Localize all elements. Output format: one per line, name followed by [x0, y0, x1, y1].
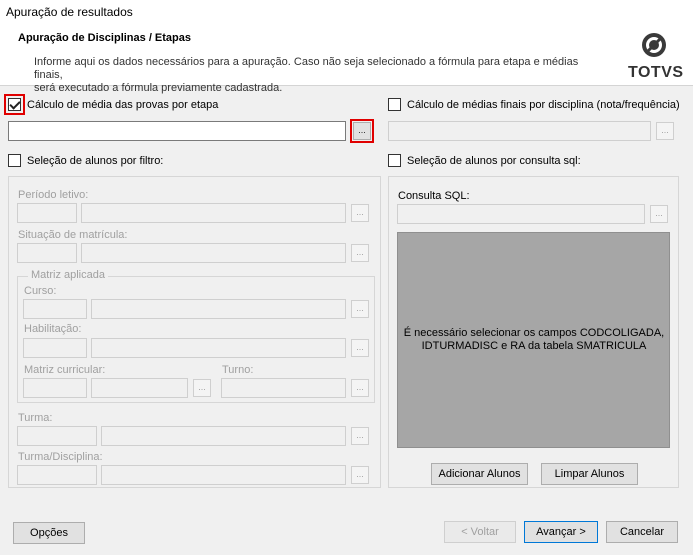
- turma-label: Turma:: [18, 412, 53, 424]
- situacao-label: Situação de matrícula:: [18, 229, 128, 241]
- turma-disciplina-label: Turma/Disciplina:: [18, 451, 103, 463]
- sql-requirement-message: É necessário selecionar os campos CODCOL…: [400, 327, 668, 353]
- calc-stage-lookup-button[interactable]: ...: [353, 122, 371, 140]
- calc-final-lookup-button[interactable]: ...: [656, 122, 674, 140]
- back-button[interactable]: < Voltar: [444, 521, 516, 543]
- curso-code-input[interactable]: [23, 299, 87, 319]
- calc-stage-label: Cálculo de média das provas por etapa: [27, 99, 219, 111]
- curso-desc-input[interactable]: [91, 299, 346, 319]
- periodo-label: Período letivo:: [18, 189, 89, 201]
- calc-final-formula-input[interactable]: [388, 121, 651, 141]
- next-button[interactable]: Avançar >: [524, 521, 598, 543]
- habilitacao-label: Habilitação:: [24, 323, 82, 335]
- habilitacao-desc-input[interactable]: [91, 338, 346, 358]
- turma-lookup-button[interactable]: ...: [351, 427, 369, 445]
- habilitacao-lookup-button[interactable]: ...: [351, 339, 369, 357]
- totvs-logo-text: TOTVS: [628, 64, 684, 81]
- periodo-desc-input[interactable]: [81, 203, 346, 223]
- cancel-button[interactable]: Cancelar: [606, 521, 678, 543]
- situacao-desc-input[interactable]: [81, 243, 346, 263]
- calc-stage-checkbox[interactable]: [8, 98, 21, 111]
- page-title: Apuração de Disciplinas / Etapas: [18, 32, 192, 44]
- clear-students-button[interactable]: Limpar Alunos: [541, 463, 638, 485]
- filter-select-label: Seleção de alunos por filtro:: [27, 155, 164, 167]
- calc-final-checkbox[interactable]: [388, 98, 401, 111]
- sql-select-label: Seleção de alunos por consulta sql:: [407, 155, 581, 167]
- matriz-curricular-lookup-button[interactable]: ...: [193, 379, 211, 397]
- turno-lookup-button[interactable]: ...: [351, 379, 369, 397]
- sql-select-checkbox[interactable]: [388, 154, 401, 167]
- page-description: Informe aqui os dados necessários para a…: [34, 56, 594, 95]
- sql-requirement-line-1: É necessário selecionar os campos CODCOL…: [403, 327, 665, 339]
- matriz-curricular-code-input[interactable]: [23, 378, 87, 398]
- turma-code-input[interactable]: [17, 426, 97, 446]
- turma-disciplina-lookup-button[interactable]: ...: [351, 466, 369, 484]
- sql-requirement-line-2: IDTURMADISC e RA da tabela SMATRICULA: [421, 340, 647, 352]
- matriz-curricular-label: Matriz curricular:: [24, 364, 106, 376]
- description-line-1: Informe aqui os dados necessários para a…: [34, 56, 579, 81]
- curso-label: Curso:: [24, 285, 57, 297]
- periodo-lookup-button[interactable]: ...: [351, 204, 369, 222]
- turma-disciplina-desc-input[interactable]: [101, 465, 346, 485]
- situacao-code-input[interactable]: [17, 243, 77, 263]
- title-bar: Apuração de resultados: [0, 0, 693, 24]
- turma-disciplina-code-input[interactable]: [17, 465, 97, 485]
- totvs-logo-icon: [642, 33, 666, 57]
- calc-final-label: Cálculo de médias finais por disciplina …: [407, 99, 680, 111]
- turno-label: Turno:: [222, 364, 254, 376]
- turno-input[interactable]: [221, 378, 346, 398]
- matriz-curricular-desc-input[interactable]: [91, 378, 188, 398]
- matriz-group-legend: Matriz aplicada: [28, 269, 108, 281]
- sql-lookup-button[interactable]: ...: [650, 205, 668, 223]
- calc-stage-formula-input[interactable]: [8, 121, 346, 141]
- curso-lookup-button[interactable]: ...: [351, 300, 369, 318]
- window-title: Apuração de resultados: [6, 5, 133, 19]
- description-line-2: será executado a fórmula previamente cad…: [34, 82, 283, 94]
- sql-input[interactable]: [397, 204, 645, 224]
- add-students-button[interactable]: Adicionar Alunos: [431, 463, 528, 485]
- options-button[interactable]: Opções: [13, 522, 85, 544]
- habilitacao-code-input[interactable]: [23, 338, 87, 358]
- situacao-lookup-button[interactable]: ...: [351, 244, 369, 262]
- periodo-code-input[interactable]: [17, 203, 77, 223]
- turma-desc-input[interactable]: [101, 426, 346, 446]
- sql-label: Consulta SQL:: [398, 190, 470, 202]
- filter-select-checkbox[interactable]: [8, 154, 21, 167]
- wizard-header: Apuração de Disciplinas / Etapas Informe…: [0, 24, 693, 94]
